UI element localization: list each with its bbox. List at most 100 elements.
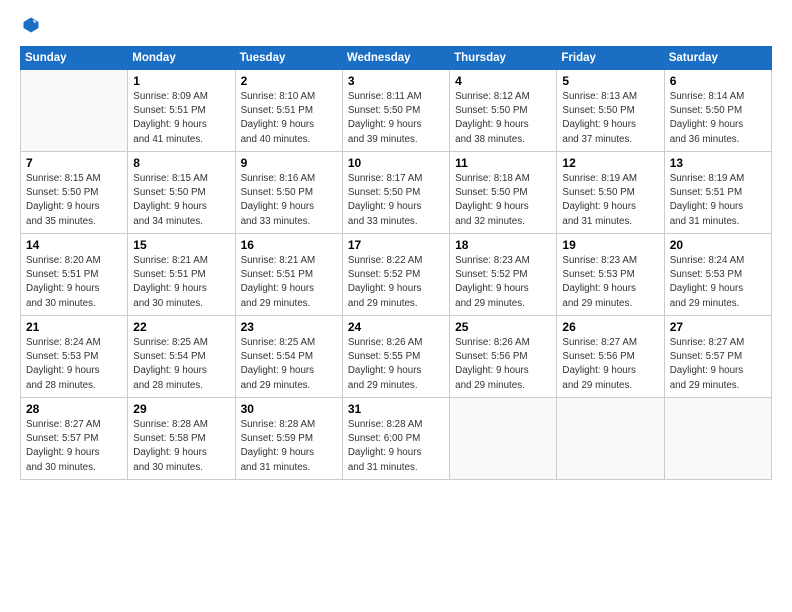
calendar-cell: 15 Sunrise: 8:21 AMSunset: 5:51 PMDayligh…	[128, 234, 235, 316]
day-info: Sunrise: 8:11 AMSunset: 5:50 PMDaylight:…	[348, 90, 444, 147]
day-info: Sunrise: 8:14 AMSunset: 5:50 PMDaylight:…	[670, 90, 766, 147]
calendar-cell: 17 Sunrise: 8:22 AMSunset: 5:52 PMDayligh…	[342, 234, 449, 316]
calendar-cell: 16 Sunrise: 8:21 AMSunset: 5:51 PMDayligh…	[235, 234, 342, 316]
calendar-cell: 3 Sunrise: 8:11 AMSunset: 5:50 PMDaylight…	[342, 70, 449, 152]
day-number: 28	[26, 402, 122, 416]
calendar-cell: 4Sunrise: 8:12 AMSunset: 5:50 PMDaylight…	[450, 70, 557, 152]
day-info: Sunrise: 8:25 AMSunset: 5:54 PMDaylight:…	[133, 336, 229, 393]
calendar-cell	[557, 398, 664, 480]
day-number: 23	[241, 320, 337, 334]
day-info: Sunrise: 8:15 AMSunset: 5:50 PMDaylight:…	[133, 172, 229, 229]
calendar-week-row: 28 Sunrise: 8:27 AMSunset: 5:57 PMDayligh…	[21, 398, 772, 480]
calendar-cell	[450, 398, 557, 480]
day-number: 31	[348, 402, 444, 416]
day-number: 26	[562, 320, 658, 334]
day-number: 19	[562, 238, 658, 252]
day-info: Sunrise: 8:17 AMSunset: 5:50 PMDaylight:…	[348, 172, 444, 229]
header	[20, 16, 772, 34]
calendar-cell: 13 Sunrise: 8:19 AMSunset: 5:51 PMDayligh…	[664, 152, 771, 234]
day-info: Sunrise: 8:18 AMSunset: 5:50 PMDaylight:…	[455, 172, 551, 229]
weekday-header-monday: Monday	[128, 47, 235, 70]
day-number: 15	[133, 238, 229, 252]
day-info: Sunrise: 8:15 AMSunset: 5:50 PMDaylight:…	[26, 172, 122, 229]
day-number: 9	[241, 156, 337, 170]
day-info: Sunrise: 8:19 AMSunset: 5:50 PMDaylight:…	[562, 172, 658, 229]
calendar-cell: 27Sunrise: 8:27 AMSunset: 5:57 PMDayligh…	[664, 316, 771, 398]
day-info: Sunrise: 8:20 AMSunset: 5:51 PMDaylight:…	[26, 254, 122, 311]
day-number: 22	[133, 320, 229, 334]
day-number: 27	[670, 320, 766, 334]
calendar-cell: 21Sunrise: 8:24 AMSunset: 5:53 PMDayligh…	[21, 316, 128, 398]
day-number: 12	[562, 156, 658, 170]
calendar-week-row: 14 Sunrise: 8:20 AMSunset: 5:51 PMDayligh…	[21, 234, 772, 316]
day-info: Sunrise: 8:21 AMSunset: 5:51 PMDaylight:…	[241, 254, 337, 311]
calendar-cell: 25 Sunrise: 8:26 AMSunset: 5:56 PMDayligh…	[450, 316, 557, 398]
day-info: Sunrise: 8:21 AMSunset: 5:51 PMDaylight:…	[133, 254, 229, 311]
weekday-header-wednesday: Wednesday	[342, 47, 449, 70]
day-number: 25	[455, 320, 551, 334]
calendar-cell: 24 Sunrise: 8:26 AMSunset: 5:55 PMDayligh…	[342, 316, 449, 398]
logo	[20, 16, 40, 34]
day-info: Sunrise: 8:28 AMSunset: 5:59 PMDaylight:…	[241, 418, 337, 475]
day-number: 7	[26, 156, 122, 170]
weekday-header-row: SundayMondayTuesdayWednesdayThursdayFrid…	[21, 47, 772, 70]
day-info: Sunrise: 8:23 AMSunset: 5:52 PMDaylight:…	[455, 254, 551, 311]
day-number: 24	[348, 320, 444, 334]
day-info: Sunrise: 8:13 AMSunset: 5:50 PMDaylight:…	[562, 90, 658, 147]
day-info: Sunrise: 8:28 AMSunset: 5:58 PMDaylight:…	[133, 418, 229, 475]
day-number: 20	[670, 238, 766, 252]
day-number: 10	[348, 156, 444, 170]
calendar-cell: 8 Sunrise: 8:15 AMSunset: 5:50 PMDaylight…	[128, 152, 235, 234]
day-info: Sunrise: 8:26 AMSunset: 5:55 PMDaylight:…	[348, 336, 444, 393]
calendar-cell: 20 Sunrise: 8:24 AMSunset: 5:53 PMDayligh…	[664, 234, 771, 316]
calendar-table: SundayMondayTuesdayWednesdayThursdayFrid…	[20, 46, 772, 480]
day-info: Sunrise: 8:27 AMSunset: 5:56 PMDaylight:…	[562, 336, 658, 393]
weekday-header-thursday: Thursday	[450, 47, 557, 70]
calendar-cell: 10 Sunrise: 8:17 AMSunset: 5:50 PMDayligh…	[342, 152, 449, 234]
calendar-cell: 22 Sunrise: 8:25 AMSunset: 5:54 PMDayligh…	[128, 316, 235, 398]
day-info: Sunrise: 8:28 AMSunset: 6:00 PMDaylight:…	[348, 418, 444, 475]
calendar-cell	[21, 70, 128, 152]
calendar-cell: 6 Sunrise: 8:14 AMSunset: 5:50 PMDaylight…	[664, 70, 771, 152]
day-info: Sunrise: 8:25 AMSunset: 5:54 PMDaylight:…	[241, 336, 337, 393]
day-info: Sunrise: 8:10 AMSunset: 5:51 PMDaylight:…	[241, 90, 337, 147]
day-number: 16	[241, 238, 337, 252]
calendar-cell: 28 Sunrise: 8:27 AMSunset: 5:57 PMDayligh…	[21, 398, 128, 480]
calendar-week-row: 21Sunrise: 8:24 AMSunset: 5:53 PMDayligh…	[21, 316, 772, 398]
day-number: 3	[348, 74, 444, 88]
calendar-cell: 1 Sunrise: 8:09 AMSunset: 5:51 PMDaylight…	[128, 70, 235, 152]
day-number: 30	[241, 402, 337, 416]
calendar-week-row: 1 Sunrise: 8:09 AMSunset: 5:51 PMDaylight…	[21, 70, 772, 152]
day-number: 13	[670, 156, 766, 170]
weekday-header-tuesday: Tuesday	[235, 47, 342, 70]
day-number: 14	[26, 238, 122, 252]
day-info: Sunrise: 8:09 AMSunset: 5:51 PMDaylight:…	[133, 90, 229, 147]
calendar-cell: 7 Sunrise: 8:15 AMSunset: 5:50 PMDaylight…	[21, 152, 128, 234]
day-number: 21	[26, 320, 122, 334]
day-info: Sunrise: 8:23 AMSunset: 5:53 PMDaylight:…	[562, 254, 658, 311]
calendar-cell: 11Sunrise: 8:18 AMSunset: 5:50 PMDayligh…	[450, 152, 557, 234]
day-info: Sunrise: 8:26 AMSunset: 5:56 PMDaylight:…	[455, 336, 551, 393]
calendar-cell: 5Sunrise: 8:13 AMSunset: 5:50 PMDaylight…	[557, 70, 664, 152]
day-info: Sunrise: 8:27 AMSunset: 5:57 PMDaylight:…	[26, 418, 122, 475]
day-number: 1	[133, 74, 229, 88]
day-number: 8	[133, 156, 229, 170]
day-number: 6	[670, 74, 766, 88]
logo-icon	[22, 16, 40, 34]
calendar-cell	[664, 398, 771, 480]
calendar-cell: 29 Sunrise: 8:28 AMSunset: 5:58 PMDayligh…	[128, 398, 235, 480]
calendar-cell: 9 Sunrise: 8:16 AMSunset: 5:50 PMDaylight…	[235, 152, 342, 234]
day-info: Sunrise: 8:24 AMSunset: 5:53 PMDaylight:…	[670, 254, 766, 311]
day-number: 29	[133, 402, 229, 416]
calendar-cell: 23 Sunrise: 8:25 AMSunset: 5:54 PMDayligh…	[235, 316, 342, 398]
calendar-page: SundayMondayTuesdayWednesdayThursdayFrid…	[0, 0, 792, 612]
calendar-cell: 26 Sunrise: 8:27 AMSunset: 5:56 PMDayligh…	[557, 316, 664, 398]
day-info: Sunrise: 8:22 AMSunset: 5:52 PMDaylight:…	[348, 254, 444, 311]
calendar-cell: 19 Sunrise: 8:23 AMSunset: 5:53 PMDayligh…	[557, 234, 664, 316]
day-info: Sunrise: 8:19 AMSunset: 5:51 PMDaylight:…	[670, 172, 766, 229]
day-info: Sunrise: 8:16 AMSunset: 5:50 PMDaylight:…	[241, 172, 337, 229]
day-number: 17	[348, 238, 444, 252]
weekday-header-friday: Friday	[557, 47, 664, 70]
calendar-cell: 2Sunrise: 8:10 AMSunset: 5:51 PMDaylight…	[235, 70, 342, 152]
calendar-cell: 14 Sunrise: 8:20 AMSunset: 5:51 PMDayligh…	[21, 234, 128, 316]
